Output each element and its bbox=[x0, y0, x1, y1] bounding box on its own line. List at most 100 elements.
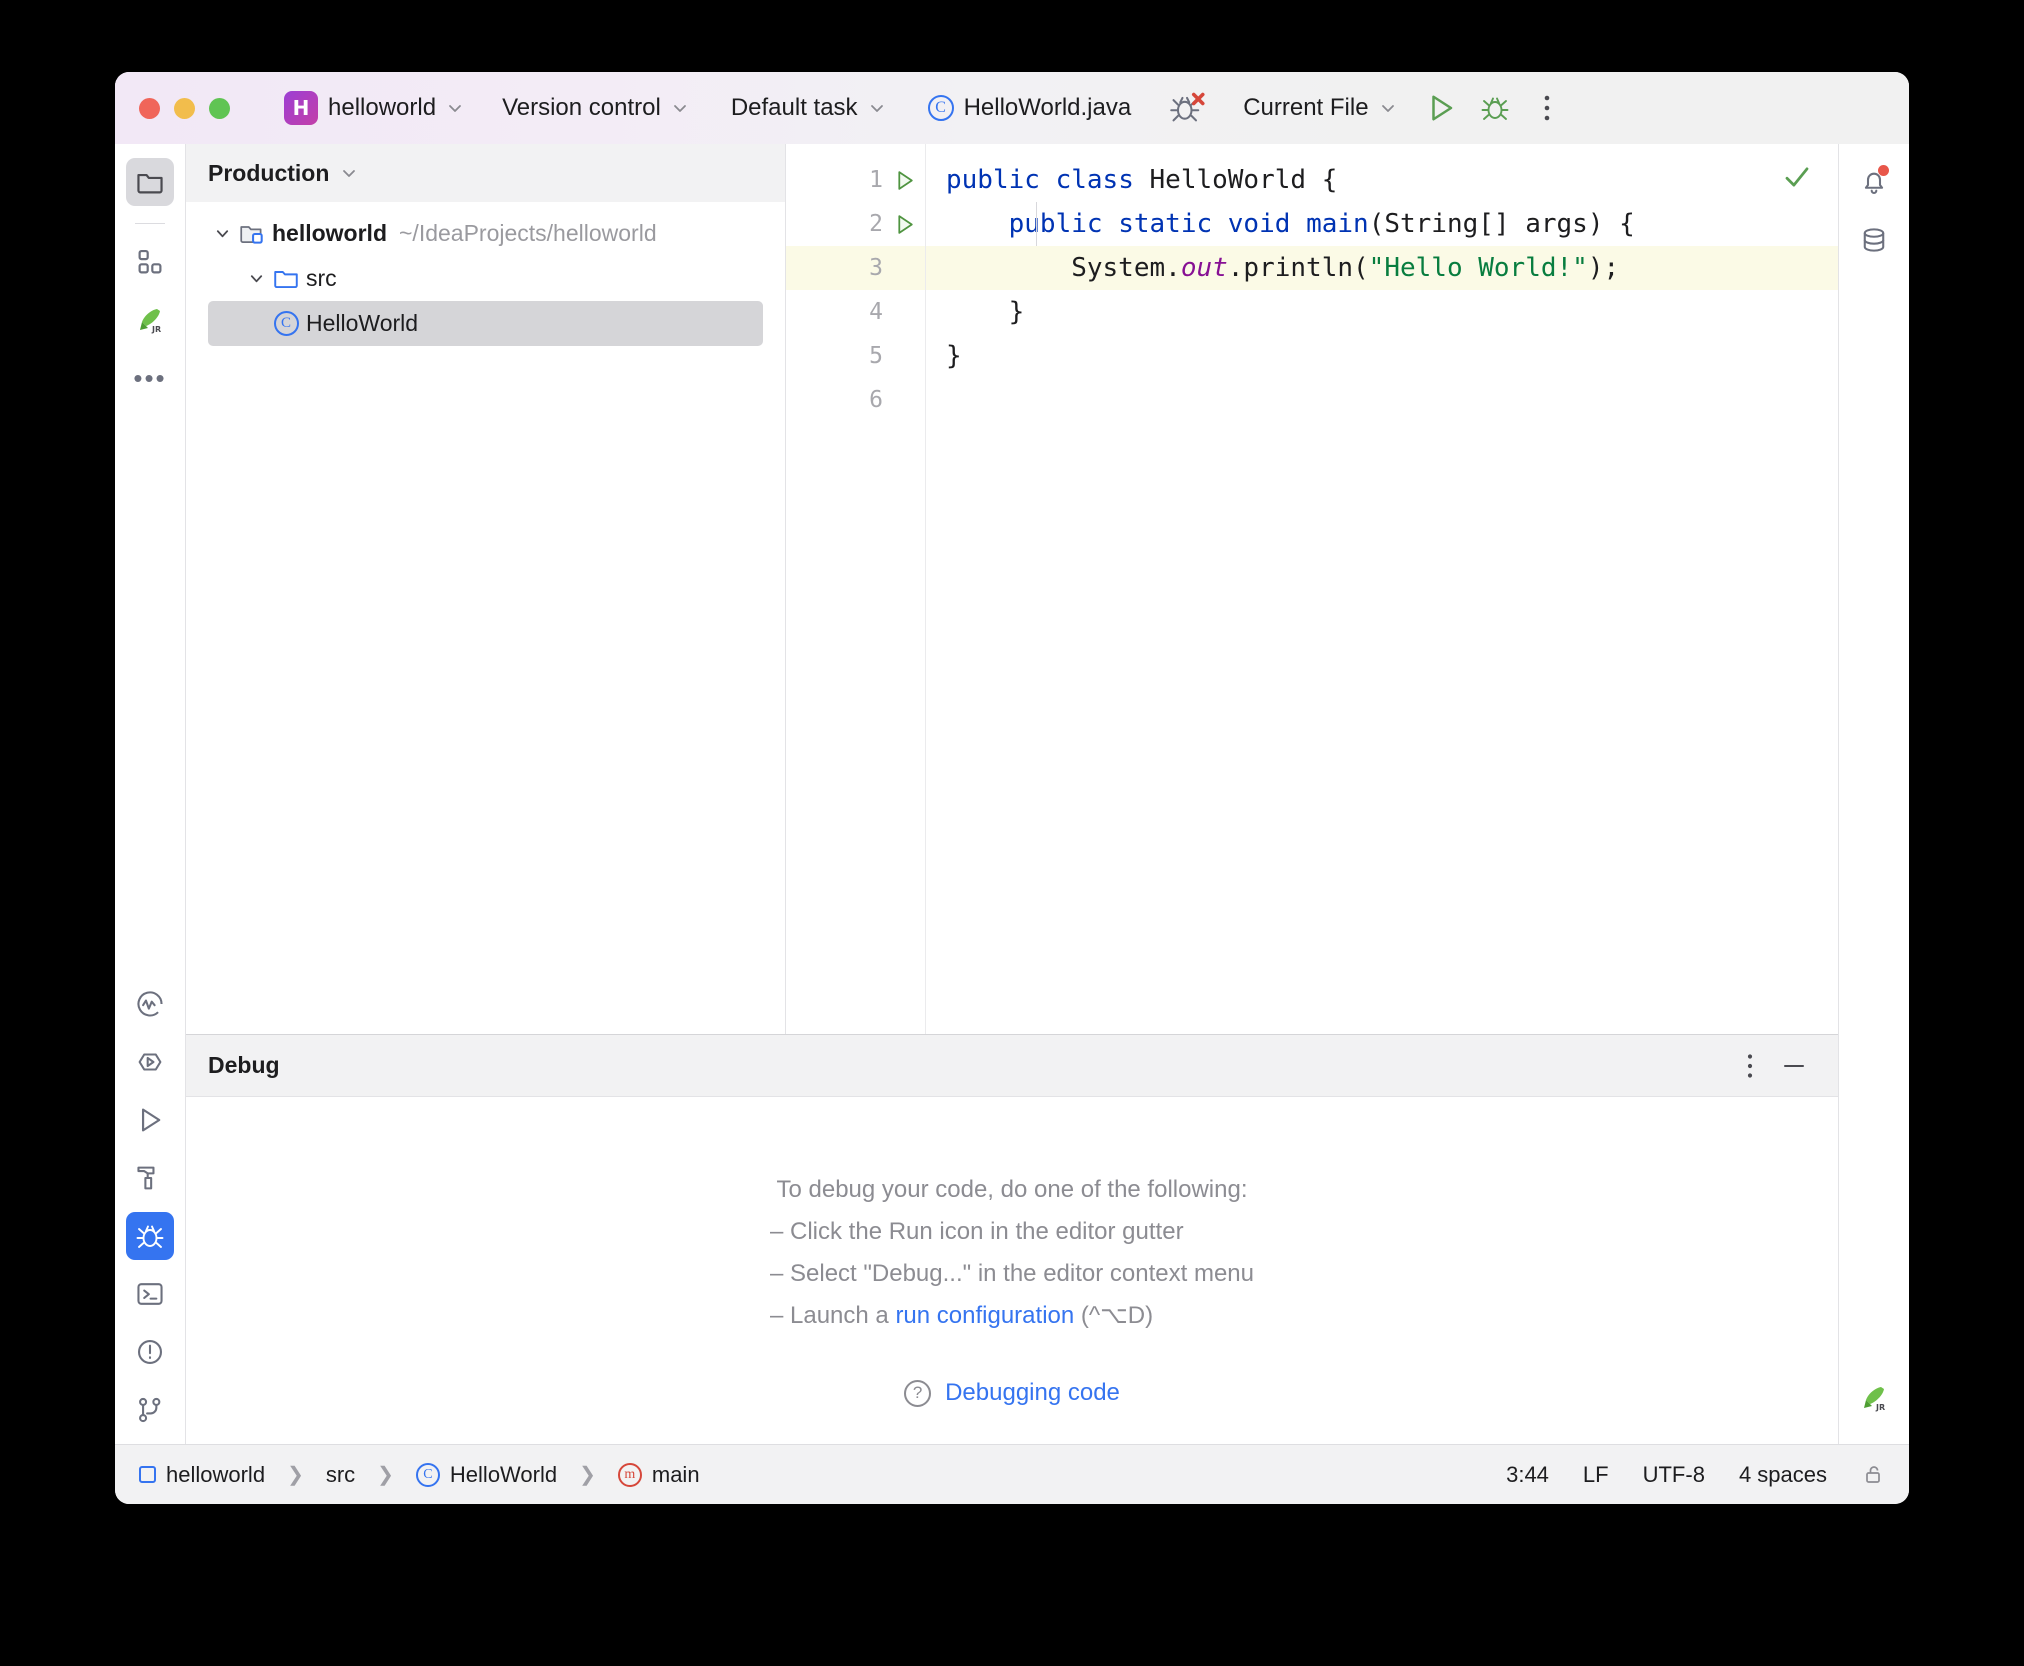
gutter-line[interactable]: 3 bbox=[786, 246, 925, 290]
code-line[interactable]: public class HelloWorld { bbox=[926, 158, 1838, 202]
sidebar-item-debug[interactable] bbox=[126, 1212, 174, 1260]
tree-node-helloworld-class[interactable]: C HelloWorld bbox=[208, 301, 763, 346]
sidebar-item-project[interactable] bbox=[126, 158, 174, 206]
code-token: public bbox=[946, 165, 1040, 195]
version-control-label: Version control bbox=[502, 94, 661, 121]
run-configuration-link[interactable]: run configuration bbox=[895, 1302, 1074, 1329]
maximize-window-button[interactable] bbox=[209, 97, 230, 119]
run-class-gutter-icon[interactable] bbox=[889, 168, 919, 193]
line-number: 6 bbox=[869, 387, 883, 413]
left-tool-stripe: JR ••• bbox=[115, 144, 186, 1444]
close-window-button[interactable] bbox=[139, 97, 160, 119]
debugging-code-link[interactable]: Debugging code bbox=[945, 1379, 1120, 1407]
code-token: "Hello World!" bbox=[1368, 253, 1588, 283]
more-actions-icon[interactable] bbox=[1525, 86, 1569, 130]
run-configuration-selector[interactable]: Current File bbox=[1235, 88, 1404, 128]
chevron-down-icon[interactable] bbox=[242, 270, 270, 287]
java-class-icon: C bbox=[415, 1462, 440, 1487]
code-token: ); bbox=[1587, 253, 1620, 283]
debug-error-icon[interactable] bbox=[1165, 86, 1209, 130]
sidebar-item-profiler[interactable] bbox=[126, 980, 174, 1028]
center-column: Production helloworld ~/IdeaProjects/hel… bbox=[186, 144, 1838, 1444]
default-task-label: Default task bbox=[730, 94, 858, 121]
breadcrumb-item-method[interactable]: main bbox=[652, 1462, 700, 1488]
current-file-label: HelloWorld.java bbox=[963, 94, 1132, 121]
code-editor[interactable]: 1 2 3 4 5 6 public class HelloWorld {pu… bbox=[786, 144, 1838, 1034]
sidebar-item-version-control[interactable] bbox=[126, 1386, 174, 1434]
project-name-label: helloworld bbox=[328, 94, 437, 121]
java-class-icon: C bbox=[270, 311, 302, 336]
gutter-line[interactable]: 4 bbox=[786, 290, 925, 334]
debug-panel-title: Debug bbox=[208, 1052, 280, 1078]
sidebar-item-database[interactable] bbox=[1850, 216, 1898, 264]
code-line[interactable]: } bbox=[926, 290, 1838, 334]
code-token: (String[] args) { bbox=[1368, 209, 1635, 239]
ide-body: JR ••• Production helloworld ~/IdeaProje… bbox=[115, 144, 1909, 1444]
code-token: System. bbox=[946, 253, 1181, 283]
chevron-down-icon[interactable] bbox=[208, 225, 236, 242]
run-task-widget[interactable]: Default task bbox=[723, 88, 894, 128]
code-token: public bbox=[1008, 209, 1103, 239]
line-separator[interactable]: LF bbox=[1583, 1462, 1609, 1488]
debug-tool-window: Debug To debug your code, do one of the … bbox=[186, 1034, 1838, 1444]
breadcrumb-item-module[interactable]: helloworld bbox=[166, 1462, 265, 1488]
sidebar-item-terminal[interactable] bbox=[126, 1270, 174, 1318]
code-line[interactable]: public static void main (String[] args) { bbox=[926, 202, 1838, 246]
tree-node-helloworld[interactable]: helloworld ~/IdeaProjects/helloworld bbox=[186, 211, 785, 256]
sidebar-item-problems[interactable] bbox=[126, 1328, 174, 1376]
sidebar-item-build[interactable] bbox=[126, 1154, 174, 1202]
project-selector[interactable]: H helloworld bbox=[276, 85, 472, 131]
tree-node-label: HelloWorld bbox=[306, 310, 419, 336]
minimize-panel-icon[interactable] bbox=[1772, 1044, 1816, 1088]
sidebar-item-junie-right[interactable]: JR bbox=[1850, 1374, 1898, 1422]
window-controls bbox=[139, 97, 230, 119]
sidebar-item-more-tool-windows[interactable]: ••• bbox=[126, 354, 174, 402]
version-control-widget[interactable]: Version control bbox=[494, 88, 697, 128]
gutter-line[interactable]: 1 bbox=[786, 158, 925, 202]
upper-row: Production helloworld ~/IdeaProjects/hel… bbox=[186, 144, 1838, 1034]
code-line[interactable]: } bbox=[926, 334, 1838, 378]
gutter-line[interactable]: 2 bbox=[786, 202, 925, 246]
sidebar-item-run-anything[interactable] bbox=[126, 1038, 174, 1086]
question-mark-icon: ? bbox=[904, 1379, 932, 1407]
more-dots-icon: ••• bbox=[133, 363, 167, 393]
file-encoding[interactable]: UTF-8 bbox=[1643, 1462, 1705, 1488]
editor-gutter[interactable]: 1 2 3 4 5 6 bbox=[786, 144, 926, 1034]
gutter-line[interactable]: 5 bbox=[786, 334, 925, 378]
chevron-down-icon bbox=[446, 99, 464, 117]
sidebar-item-run[interactable] bbox=[126, 1096, 174, 1144]
sidebar-item-notifications[interactable] bbox=[1850, 158, 1898, 206]
current-file-tab[interactable]: C HelloWorld.java bbox=[920, 88, 1140, 128]
line-number: 4 bbox=[869, 299, 883, 325]
java-method-icon: m bbox=[617, 1462, 642, 1487]
right-tool-stripe: JR bbox=[1838, 144, 1909, 1444]
gutter-line[interactable]: 6 bbox=[786, 378, 925, 422]
debug-options-icon[interactable] bbox=[1728, 1044, 1772, 1088]
caret-position[interactable]: 3:44 bbox=[1506, 1462, 1549, 1488]
debug-bullet-3-pre: – Launch a bbox=[770, 1302, 896, 1329]
debug-instructions: To debug your code, do one of the follow… bbox=[770, 1169, 1254, 1337]
minimize-window-button[interactable] bbox=[174, 97, 195, 119]
debugging-code-help[interactable]: ? Debugging code bbox=[904, 1379, 1120, 1407]
run-button[interactable] bbox=[1419, 86, 1463, 130]
code-line[interactable] bbox=[926, 378, 1838, 422]
ide-window: H helloworld Version control Default tas… bbox=[115, 72, 1909, 1504]
code-text-area[interactable]: public class HelloWorld { public static … bbox=[926, 144, 1838, 1034]
project-scope-selector[interactable]: Production bbox=[186, 144, 785, 202]
run-config-label: Current File bbox=[1243, 94, 1369, 121]
breadcrumb-item-src[interactable]: src bbox=[326, 1462, 355, 1488]
debug-bullet-2: – Select "Debug..." in the editor contex… bbox=[770, 1260, 1254, 1287]
inspection-ok-icon[interactable] bbox=[1782, 162, 1812, 198]
run-method-gutter-icon[interactable] bbox=[889, 212, 919, 237]
read-only-lock-icon[interactable] bbox=[1861, 1462, 1887, 1488]
debug-bullet-3: – Launch a run configuration (^⌥D) bbox=[770, 1295, 1254, 1337]
debug-button[interactable] bbox=[1473, 86, 1517, 130]
breadcrumb-item-class[interactable]: HelloWorld bbox=[450, 1462, 557, 1488]
sidebar-item-junie[interactable]: JR bbox=[126, 296, 174, 344]
breadcrumb-separator-icon: ❯ bbox=[377, 1464, 394, 1486]
indent-setting[interactable]: 4 spaces bbox=[1739, 1462, 1827, 1488]
module-folder-icon bbox=[236, 220, 268, 248]
sidebar-item-structure[interactable] bbox=[126, 238, 174, 286]
tree-node-src[interactable]: src bbox=[186, 256, 785, 301]
code-line-current[interactable]: System. out .println("Hello World!"); bbox=[926, 246, 1838, 290]
